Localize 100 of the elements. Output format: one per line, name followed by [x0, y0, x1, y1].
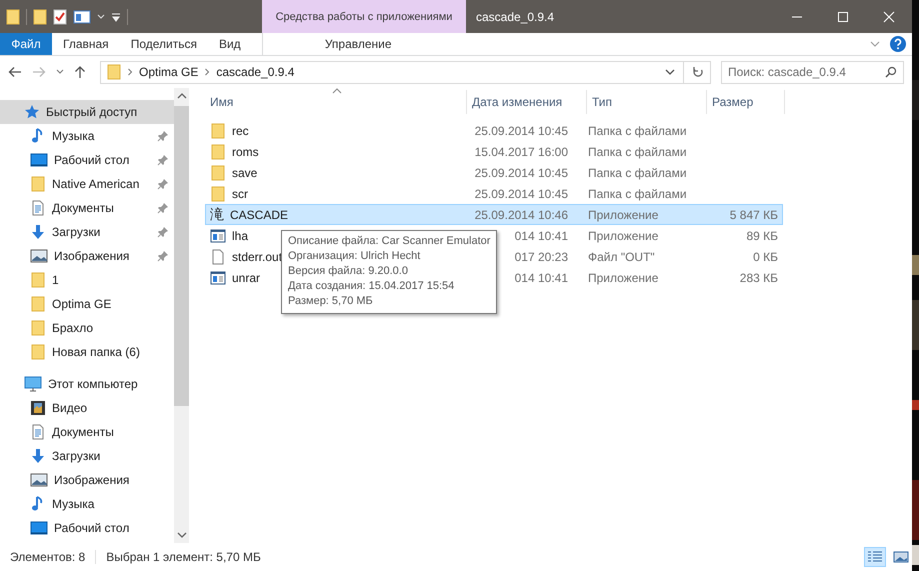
- sidebar-item[interactable]: Документы: [0, 196, 174, 220]
- document-icon: [30, 424, 46, 440]
- folder-icon[interactable]: [33, 8, 47, 24]
- computer-icon: [24, 376, 42, 392]
- tooltip-line: Организация: Ulrich Hecht: [288, 249, 422, 264]
- download-arrow-icon: [30, 224, 46, 240]
- breadcrumb[interactable]: Optima GE: [139, 65, 198, 79]
- sort-caret-icon: [332, 88, 342, 94]
- type-cell: Приложение: [588, 228, 658, 242]
- sidebar-item[interactable]: Загрузки: [0, 444, 174, 468]
- back-arrow-icon[interactable]: [8, 66, 22, 78]
- column-header[interactable]: Имя: [205, 90, 467, 114]
- window-title: cascade_0.9.4: [476, 10, 554, 24]
- type-cell: Приложение: [588, 270, 658, 284]
- sidebar-item[interactable]: Native American: [0, 172, 174, 196]
- breadcrumb[interactable]: cascade_0.9.4: [216, 65, 294, 79]
- file-tab[interactable]: Файл: [0, 33, 52, 55]
- address-bar[interactable]: Optima GE cascade_0.9.4: [100, 60, 711, 84]
- image-icon: [30, 473, 48, 487]
- folder-icon: [210, 186, 226, 202]
- sidebar-item[interactable]: Быстрый доступ: [0, 100, 174, 124]
- window-icon: [210, 228, 226, 242]
- ribbon-tab[interactable]: Главная: [52, 33, 120, 55]
- pin-icon[interactable]: [157, 202, 169, 214]
- sidebar-item[interactable]: Загрузки: [0, 220, 174, 244]
- column-header[interactable]: Тип: [587, 90, 707, 114]
- ribbon-tab[interactable]: Поделиться: [120, 33, 208, 55]
- file-name: stderr.out: [232, 250, 282, 264]
- size-cell: 5 847 КБ: [730, 208, 778, 222]
- refresh-icon[interactable]: [692, 65, 704, 79]
- sidebar-item[interactable]: Этот компьютер: [0, 372, 174, 396]
- search-icon: [885, 66, 897, 78]
- caret-icon[interactable]: [665, 68, 675, 76]
- folder-icon: [107, 64, 121, 80]
- search-field[interactable]: Поиск: cascade_0.9.4: [721, 60, 904, 84]
- desktop-icon: [30, 153, 48, 167]
- folder-icon[interactable]: [6, 8, 20, 24]
- column-header[interactable]: Размер: [707, 90, 785, 114]
- pin-icon[interactable]: [157, 130, 169, 142]
- maximize-icon[interactable]: [837, 10, 849, 22]
- sidebar-item[interactable]: Рабочий стол: [0, 516, 174, 540]
- sidebar-item[interactable]: Новая папка (6): [0, 340, 174, 364]
- document-icon: [30, 200, 46, 216]
- sidebar-item[interactable]: Видео: [0, 396, 174, 420]
- tooltip-line: Версия файла: 9.20.0.0: [288, 264, 409, 279]
- selection-info: Выбран 1 элемент: 5,70 МБ: [106, 550, 261, 564]
- ribbon-tab[interactable]: Вид: [208, 33, 252, 55]
- sidebar-item[interactable]: Изображения: [0, 244, 174, 268]
- type-cell: Папка с файлами: [588, 186, 687, 200]
- date-cell: 15.04.2017 16:00: [474, 144, 568, 158]
- image-icon: [30, 249, 48, 263]
- sidebar-item[interactable]: Музыка: [0, 492, 174, 516]
- pin-icon[interactable]: [157, 178, 169, 190]
- size-cell: 283 КБ: [740, 270, 778, 284]
- close-icon[interactable]: [883, 10, 895, 22]
- pin-icon[interactable]: [157, 250, 169, 262]
- file-name: unrar: [232, 270, 260, 284]
- type-cell: Папка с файлами: [588, 166, 687, 180]
- folder-icon: [210, 122, 226, 138]
- file-icon: [210, 248, 226, 264]
- file-name: CASCADE: [230, 208, 288, 222]
- folder-icon: [30, 272, 46, 288]
- scrollbar[interactable]: [174, 88, 189, 543]
- date-cell: 25.09.2014 10:46: [474, 208, 568, 222]
- window-icon[interactable]: [73, 10, 91, 24]
- chevron-icon[interactable]: [127, 68, 133, 76]
- sidebar-item[interactable]: Optima GE: [0, 292, 174, 316]
- desktop-icon: [30, 521, 48, 535]
- item-count: Элементов: 8: [10, 550, 86, 564]
- column-header[interactable]: Дата изменения: [467, 90, 587, 114]
- caret-icon[interactable]: [56, 69, 64, 75]
- sidebar-item[interactable]: 1: [0, 268, 174, 292]
- pin-icon[interactable]: [157, 154, 169, 166]
- folder-icon: [30, 176, 46, 192]
- sidebar-item[interactable]: Рабочий стол: [0, 148, 174, 172]
- date-cell: 25.09.2014 10:45: [474, 124, 568, 138]
- chevron-icon[interactable]: [204, 68, 210, 76]
- tooltip-line: Дата создания: 15.04.2017 15:54: [288, 279, 456, 294]
- download-arrow-icon: [30, 448, 46, 464]
- tooltip-line: Размер: 5,70 МБ: [288, 294, 374, 309]
- type-cell: Папка с файлами: [588, 124, 687, 138]
- context-tab-title: Средства работы с приложениями: [276, 10, 452, 22]
- scroll-up-icon[interactable]: [176, 92, 186, 100]
- selected-row[interactable]: 滝 CASCADE 25.09.2014 10:46 Приложение 5 847 КБ: [205, 204, 783, 225]
- scroll-down-icon[interactable]: [176, 531, 186, 539]
- up-arrow-icon[interactable]: [74, 65, 86, 79]
- help-icon[interactable]: [890, 36, 906, 52]
- tooltip-line: Описание файла: Car Scanner Emulator: [288, 234, 490, 249]
- sidebar-item[interactable]: Документы: [0, 420, 174, 444]
- date-cell: 25.09.2014 10:45: [474, 186, 568, 200]
- dropdown-icon[interactable]: [111, 12, 121, 22]
- sidebar-item[interactable]: Изображения: [0, 468, 174, 492]
- app-icon: 滝: [210, 206, 224, 222]
- checklist-icon[interactable]: [53, 8, 67, 24]
- sidebar-item[interactable]: Брахло: [0, 316, 174, 340]
- pin-icon[interactable]: [157, 226, 169, 238]
- size-cell: 0 КБ: [753, 250, 778, 264]
- sidebar-item[interactable]: Музыка: [0, 124, 174, 148]
- date-cell: 25.09.2014 10:45: [474, 166, 568, 180]
- expand-ribbon-icon[interactable]: [870, 40, 880, 48]
